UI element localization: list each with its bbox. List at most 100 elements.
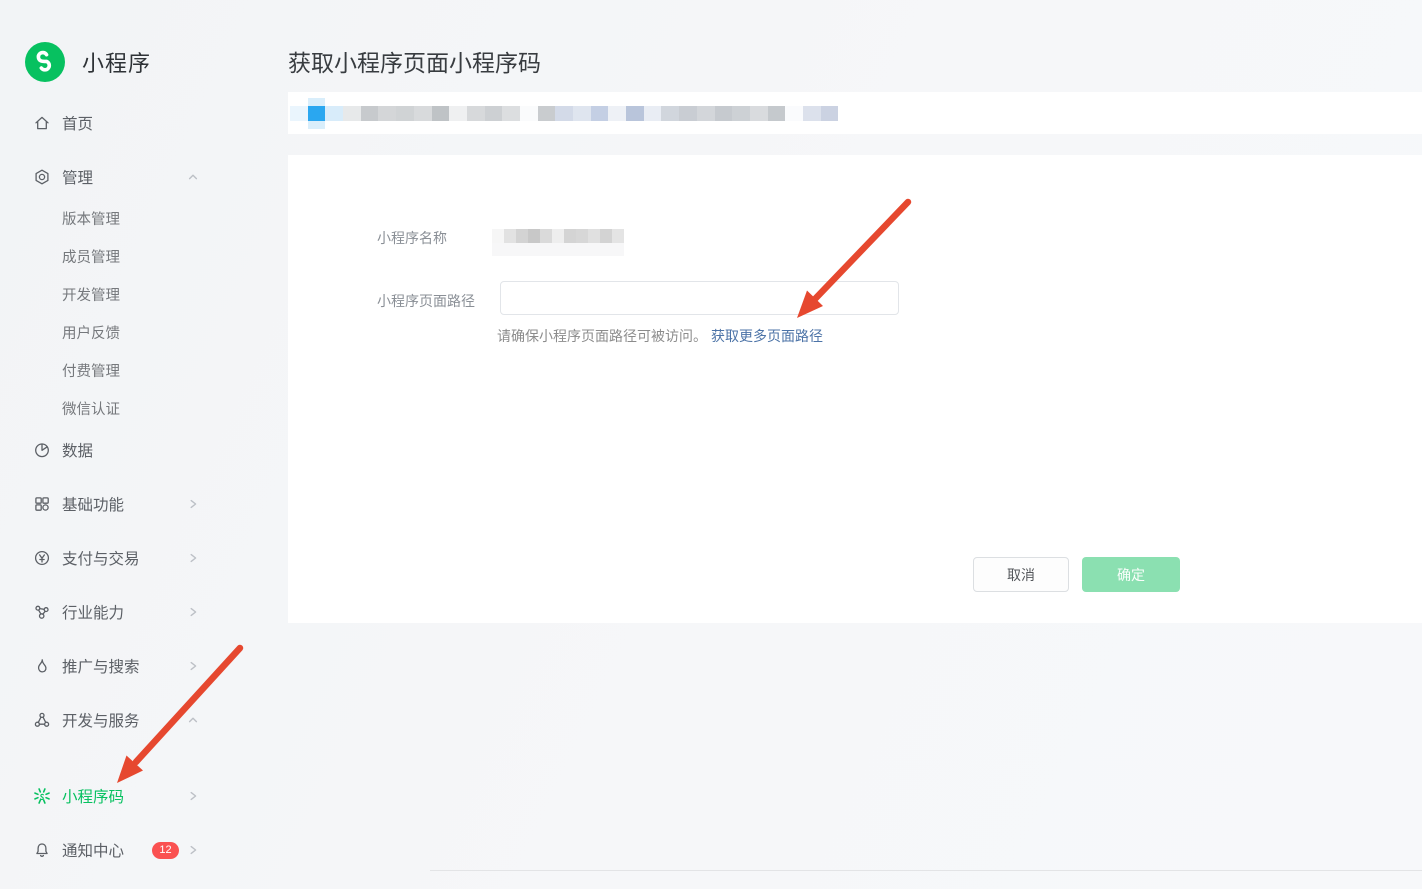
mosaic-cell [528, 229, 540, 243]
chevron-right-icon [187, 660, 199, 672]
yen-icon [33, 549, 51, 567]
sidebar-item-label: 开发管理 [62, 284, 199, 305]
home-icon [33, 114, 51, 132]
sidebar-item-label: 付费管理 [62, 360, 199, 381]
sidebar-item-label: 开发与服务 [62, 709, 187, 731]
chevron-right-icon [187, 606, 199, 618]
minicode-icon [33, 787, 51, 805]
sidebar-item-payment-trade[interactable]: 支付与交易 [33, 540, 199, 576]
page-path-input[interactable] [500, 281, 899, 315]
bell-icon [33, 841, 51, 859]
wechat-miniprogram-console: 小程序 首页管理版本管理成员管理开发管理用户反馈付费管理微信认证数据基础功能支付… [0, 0, 1422, 889]
sidebar-item-label: 支付与交易 [62, 547, 187, 569]
sidebar-item-label: 首页 [62, 112, 199, 134]
mosaic-cell [564, 229, 576, 243]
sidebar-item-user-feedback[interactable]: 用户反馈 [33, 313, 199, 351]
cancel-button[interactable]: 取消 [973, 557, 1069, 592]
mosaic-cell [732, 106, 750, 121]
sidebar-item-label: 用户反馈 [62, 322, 199, 343]
mosaic-cell [576, 229, 588, 243]
mosaic-cell [555, 106, 573, 121]
mosaic-cell [608, 106, 626, 121]
sidebar-item-label: 通知中心 [62, 839, 152, 861]
sidebar-item-home[interactable]: 首页 [33, 105, 199, 141]
molecule-icon [33, 603, 51, 621]
mosaic-cell [414, 106, 432, 121]
mosaic-cell [492, 229, 504, 243]
mosaic-cell [679, 106, 697, 121]
mosaic-cell [538, 106, 556, 121]
app-name-label: 小程序名称 [377, 228, 447, 248]
mosaic-cell [588, 229, 600, 243]
chevron-up-icon [187, 171, 199, 183]
sidebar-item-member-management[interactable]: 成员管理 [33, 237, 199, 275]
confirm-button[interactable]: 确定 [1082, 557, 1180, 592]
sidebar-item-wechat-verification[interactable]: 微信认证 [33, 389, 199, 427]
sidebar-item-industry-ability[interactable]: 行业能力 [33, 594, 199, 630]
mosaic-cell [785, 106, 803, 121]
mosaic-cell [396, 106, 414, 121]
mosaic-cell [697, 106, 715, 121]
chevron-right-icon [187, 844, 199, 856]
mosaic-cell [626, 106, 644, 121]
mosaic-cell [803, 106, 821, 121]
sidebar: 小程序 首页管理版本管理成员管理开发管理用户反馈付费管理微信认证数据基础功能支付… [0, 0, 288, 889]
mosaic-cell [644, 106, 662, 121]
mosaic-cell [325, 106, 343, 121]
sidebar-item-paid-management[interactable]: 付费管理 [33, 351, 199, 389]
mosaic-cell [552, 229, 564, 243]
sidebar-item-promotion-search[interactable]: 推广与搜索 [33, 648, 199, 684]
sidebar-item-label: 管理 [62, 166, 187, 188]
sidebar-item-data[interactable]: 数据 [33, 432, 199, 468]
chevron-right-icon [187, 790, 199, 802]
sidebar-item-management[interactable]: 管理 [33, 159, 199, 195]
redacted-notice-bar [288, 92, 1422, 134]
logo-row: 小程序 [25, 42, 288, 82]
grid-icon [33, 495, 51, 513]
mosaic-cell [573, 106, 591, 121]
mosaic-cell [768, 106, 786, 121]
redacted-app-name [492, 229, 624, 243]
nut-icon [33, 168, 51, 186]
mosaic-cell [520, 106, 538, 121]
sidebar-item-label: 小程序码 [62, 785, 187, 807]
sidebar-item-label: 基础功能 [62, 493, 187, 515]
mosaic-cell [467, 106, 485, 121]
sidebar-item-version-management[interactable]: 版本管理 [33, 199, 199, 237]
sidebar-nav: 首页管理版本管理成员管理开发管理用户反馈付费管理微信认证数据基础功能支付与交易行… [33, 105, 199, 868]
sidebar-item-label: 数据 [62, 439, 199, 461]
page-title: 获取小程序页面小程序码 [288, 44, 541, 78]
helper-text: 请确保小程序页面路径可被访问。 [497, 328, 707, 344]
sidebar-item-label: 成员管理 [62, 246, 199, 267]
logo-title: 小程序 [82, 46, 151, 78]
mosaic-cell [540, 229, 552, 243]
sidebar-item-label: 版本管理 [62, 208, 199, 229]
mosaic-cell [449, 106, 467, 121]
form-card: 小程序名称 小程序页面路径 请确保小程序页面路径可被访问。获取更多页面路径 取消… [288, 155, 1422, 623]
pie-icon [33, 441, 51, 459]
get-more-paths-link[interactable]: 获取更多页面路径 [711, 328, 823, 344]
main-content: 获取小程序页面小程序码 小程序名称 小程序页面路径 请确保小程序页面路径可被访问… [288, 0, 1422, 889]
mosaic-cell [378, 106, 396, 121]
mosaic-cell [715, 106, 733, 121]
sidebar-item-basic-features[interactable]: 基础功能 [33, 486, 199, 522]
sidebar-item-label: 推广与搜索 [62, 655, 187, 677]
sidebar-item-mini-code[interactable]: 小程序码 [33, 778, 199, 814]
miniprogram-logo-icon [25, 42, 65, 82]
mosaic-cell [504, 229, 516, 243]
redacted-notice-text [290, 106, 838, 121]
notification-badge: 12 [152, 842, 179, 859]
path-helper: 请确保小程序页面路径可被访问。获取更多页面路径 [497, 326, 823, 346]
sidebar-item-notification-center[interactable]: 通知中心12 [33, 832, 199, 868]
sidebar-item-dev-management[interactable]: 开发管理 [33, 275, 199, 313]
sidebar-item-label: 行业能力 [62, 601, 187, 623]
mosaic-cell [485, 106, 503, 121]
mosaic-cell [361, 106, 379, 121]
chevron-right-icon [187, 552, 199, 564]
mosaic-cell [343, 106, 361, 121]
mosaic-cell [591, 106, 609, 121]
mosaic-cell [821, 106, 839, 121]
redacted-app-name-row2 [492, 243, 624, 256]
sidebar-item-label: 微信认证 [62, 398, 199, 419]
sidebar-item-dev-services[interactable]: 开发与服务 [33, 702, 199, 738]
